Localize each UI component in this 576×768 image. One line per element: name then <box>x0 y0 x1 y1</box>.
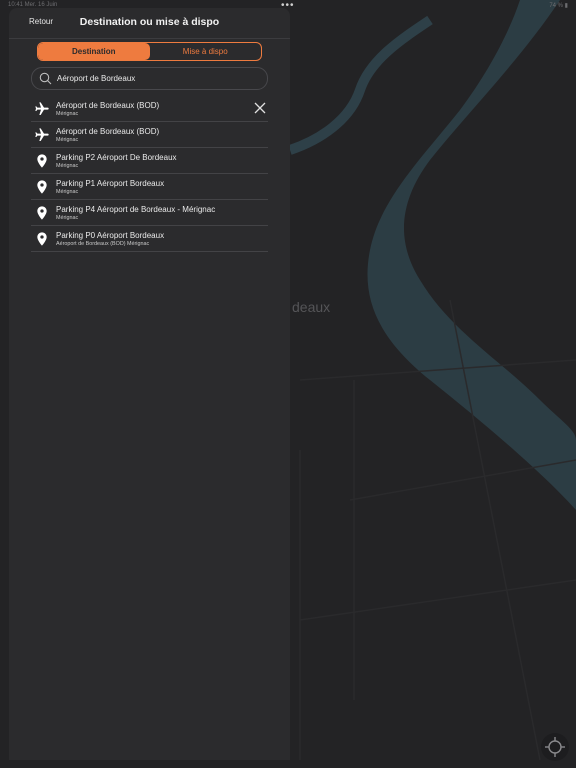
result-subtitle: Mérignac <box>56 189 79 195</box>
status-battery: 74 % ▮ <box>549 3 568 9</box>
result-subtitle: Mérignac <box>56 111 79 117</box>
result-title: Parking P1 Aéroport Bordeaux <box>56 179 165 188</box>
result-item[interactable]: Parking P2 Aéroport De Bordeaux Mérignac <box>31 148 268 174</box>
result-title: Parking P0 Aéroport Bordeaux <box>56 231 165 240</box>
tab-destination[interactable]: Destination <box>38 43 150 60</box>
crosshair-icon <box>545 737 565 757</box>
result-item[interactable]: Parking P0 Aéroport Bordeaux Aéroport de… <box>31 226 268 252</box>
locate-me-button[interactable] <box>541 733 569 761</box>
close-icon[interactable] <box>253 101 267 115</box>
segmented-control: Destination Mise à dispo <box>37 42 262 61</box>
result-subtitle: Aéroport de Bordeaux (BOD) Mérignac <box>56 241 150 247</box>
search-icon <box>39 72 52 85</box>
result-title: Parking P2 Aéroport De Bordeaux <box>56 153 177 162</box>
result-subtitle: Mérignac <box>56 215 79 221</box>
result-item[interactable]: Parking P4 Aéroport de Bordeaux - Mérign… <box>31 200 268 226</box>
result-subtitle: Mérignac <box>56 163 79 169</box>
map-city-label: deaux <box>292 299 330 315</box>
tab-mise-a-dispo[interactable]: Mise à dispo <box>150 43 262 60</box>
result-title: Aéroport de Bordeaux (BOD) <box>56 127 160 136</box>
airplane-icon <box>35 128 49 141</box>
nav-bar: Retour Destination ou mise à dispo <box>9 8 290 39</box>
map-pin-icon <box>37 232 47 246</box>
result-item[interactable]: Aéroport de Bordeaux (BOD) Mérignac <box>31 122 268 148</box>
map-pin-icon <box>37 180 47 194</box>
result-subtitle: Mérignac <box>56 137 79 143</box>
result-item[interactable]: Parking P1 Aéroport Bordeaux Mérignac <box>31 174 268 200</box>
result-title: Parking P4 Aéroport de Bordeaux - Mérign… <box>56 205 216 214</box>
results-list: Aéroport de Bordeaux (BOD) Mérignac Aéro… <box>31 96 268 252</box>
search-bar <box>31 67 268 90</box>
map-pin-icon <box>37 154 47 168</box>
search-input[interactable] <box>57 68 257 89</box>
airplane-icon <box>35 102 49 115</box>
result-item[interactable]: Aéroport de Bordeaux (BOD) Mérignac <box>31 96 268 122</box>
destination-panel: Retour Destination ou mise à dispo Desti… <box>9 8 290 760</box>
result-title: Aéroport de Bordeaux (BOD) <box>56 101 160 110</box>
map-pin-icon <box>37 206 47 220</box>
page-title: Destination ou mise à dispo <box>79 16 220 28</box>
